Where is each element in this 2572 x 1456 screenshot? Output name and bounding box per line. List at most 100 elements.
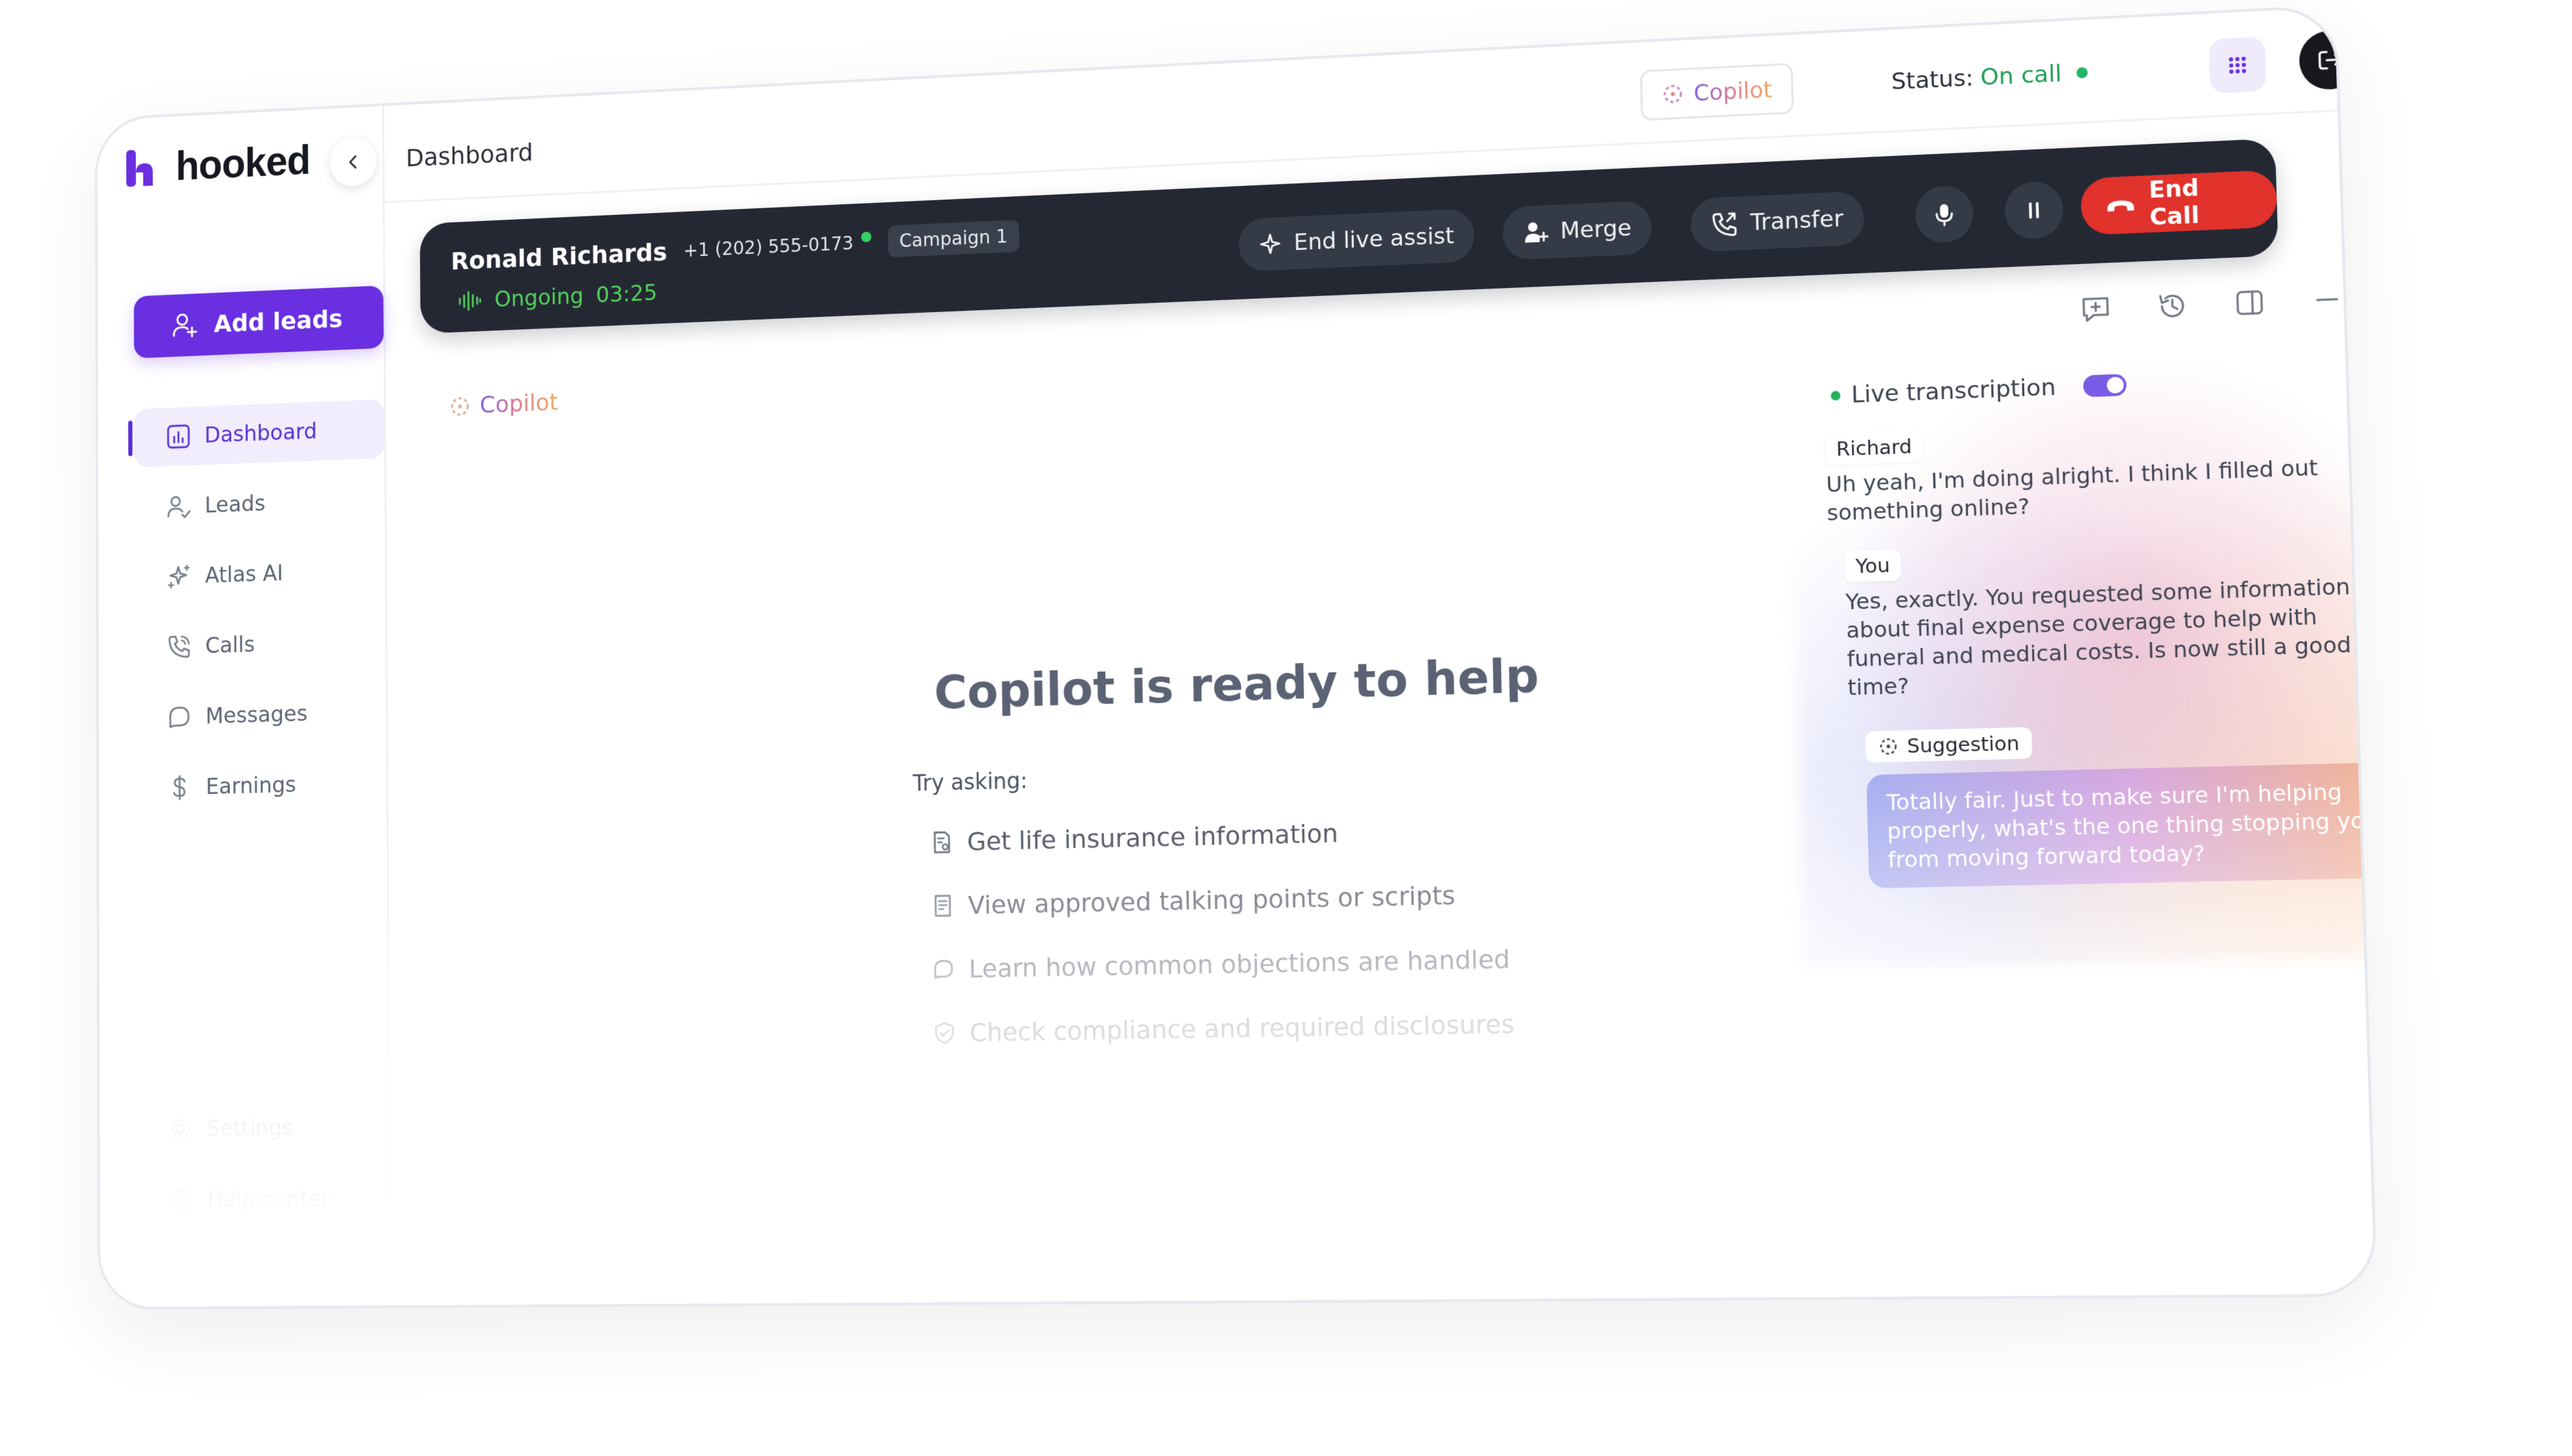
sidebar-nav: Dashboard Leads Atlas AI Calls Messages … xyxy=(134,399,386,830)
sidebar-bottom-nav: Settings Help center xyxy=(136,1096,389,1242)
sidebar-item-dashboard[interactable]: Dashboard xyxy=(134,399,384,467)
status-dot xyxy=(2076,67,2088,79)
toggle-panel-button[interactable] xyxy=(2230,283,2269,321)
campaign-badge: Campaign 1 xyxy=(887,220,1019,258)
merge-label: Merge xyxy=(1560,214,1632,245)
sidebar-item-calls[interactable]: Calls xyxy=(135,611,386,677)
speaker-badge: You xyxy=(1844,549,1902,583)
transcript-message: Richard Uh yeah, I'm doing alright. I th… xyxy=(1825,388,2378,527)
sidebar-item-label: Leads xyxy=(204,490,266,518)
sidebar-item-label: Help center xyxy=(207,1185,330,1214)
hold-button[interactable] xyxy=(2004,180,2064,240)
transcript-message: You Yes, exactly. You requested some inf… xyxy=(1844,508,2378,702)
chat-icon xyxy=(167,703,192,731)
sidebar: hooked Add leads Dashboard Leads Atlas A… xyxy=(97,106,392,1307)
copilot-section-title: Copilot xyxy=(449,389,558,420)
suggestion-badge-label: Suggestion xyxy=(1906,731,2020,758)
suggestion-item[interactable]: Learn how common objections are handled xyxy=(931,927,1514,1002)
transfer-label: Transfer xyxy=(1749,205,1844,236)
audio-wave-icon xyxy=(457,289,482,313)
sidebar-item-label: Atlas AI xyxy=(205,560,283,589)
script-icon xyxy=(930,893,955,918)
suggestion-text: Get life insurance information xyxy=(967,818,1339,857)
history-button[interactable] xyxy=(2153,287,2192,325)
sidebar-item-help-center[interactable]: Help center xyxy=(137,1168,389,1230)
collapse-sidebar-button[interactable] xyxy=(330,137,377,188)
sidebar-item-label: Settings xyxy=(207,1114,293,1142)
sidebar-item-label: Dashboard xyxy=(204,418,317,449)
copilot-icon xyxy=(1661,82,1685,106)
sidebar-item-messages[interactable]: Messages xyxy=(135,682,386,748)
logout-icon xyxy=(2315,46,2344,74)
apps-grid-button[interactable] xyxy=(2208,36,2267,94)
copilot-button[interactable]: Copilot xyxy=(1640,62,1794,121)
copilot-button-label: Copilot xyxy=(1693,76,1773,106)
caller-online-dot xyxy=(861,231,871,242)
speaker-badge: Richard xyxy=(1825,430,1924,465)
brand-name: hooked xyxy=(175,137,311,190)
add-leads-label: Add leads xyxy=(214,304,343,338)
page-title: Dashboard xyxy=(405,138,534,173)
sidebar-item-label: Calls xyxy=(205,632,255,659)
suggestion-list: Get life insurance information View appr… xyxy=(929,797,1515,1065)
sidebar-item-settings[interactable]: Settings xyxy=(136,1096,388,1159)
shield-check-icon xyxy=(932,1020,957,1045)
suggestion-text: View approved talking points or scripts xyxy=(967,880,1456,920)
gear-icon xyxy=(168,1115,194,1143)
microphone-icon xyxy=(1931,204,1958,228)
phone-icon xyxy=(166,633,192,660)
end-call-label: End Call xyxy=(2148,174,2200,232)
minus-icon xyxy=(2311,283,2344,316)
caller-name: Ronald Richards xyxy=(451,237,668,275)
document-search-icon xyxy=(930,830,954,855)
call-progress: Ongoing 03:25 xyxy=(457,280,657,314)
pause-icon xyxy=(2022,198,2046,222)
status-label: Status: xyxy=(1891,64,1975,96)
merge-button[interactable]: Merge xyxy=(1502,200,1652,261)
sparkles-icon xyxy=(166,563,192,590)
end-call-button[interactable]: End Call xyxy=(2080,169,2278,236)
copilot-icon xyxy=(449,394,471,419)
suggestion-item[interactable]: Check compliance and required disclosure… xyxy=(932,992,1515,1066)
copilot-ready-title: Copilot is ready to help xyxy=(934,648,1540,720)
status-value: On call xyxy=(1980,60,2062,92)
chat-plus-icon xyxy=(2079,293,2112,325)
hooked-logo-icon xyxy=(126,149,153,188)
logout-button[interactable] xyxy=(2298,29,2361,91)
app-window: hooked Add leads Dashboard Leads Atlas A… xyxy=(94,4,2378,1310)
chat-question-icon xyxy=(931,956,956,982)
add-leads-button[interactable]: Add leads xyxy=(133,285,384,359)
add-user-icon xyxy=(171,311,198,340)
copilot-icon xyxy=(1878,736,1900,757)
add-user-icon xyxy=(1524,222,1549,245)
transcript-scrollbar[interactable] xyxy=(2370,485,2378,549)
sidebar-item-leads[interactable]: Leads xyxy=(135,469,385,537)
transfer-button[interactable]: Transfer xyxy=(1690,191,1865,252)
minimize-button[interactable] xyxy=(2307,281,2347,319)
suggestion-item[interactable]: Get life insurance information xyxy=(929,797,1511,874)
sidebar-panel-icon xyxy=(2233,287,2267,319)
history-icon xyxy=(2156,289,2189,322)
try-asking-label: Try asking: xyxy=(912,768,1028,796)
mute-button[interactable] xyxy=(1914,184,1975,244)
live-dot xyxy=(1831,390,1841,401)
panel-toolbar xyxy=(2076,281,2347,328)
sparkle-icon xyxy=(1259,232,1283,257)
suggestion-card[interactable]: Totally fair. Just to make sure I'm help… xyxy=(1866,761,2378,889)
dollar-icon xyxy=(167,774,192,802)
sidebar-item-atlas-ai[interactable]: Atlas AI xyxy=(135,540,385,607)
dialpad-icon xyxy=(2228,56,2246,74)
end-live-assist-button[interactable]: End live assist xyxy=(1238,208,1475,272)
sidebar-item-earnings[interactable]: Earnings xyxy=(135,753,386,818)
hang-up-icon xyxy=(2106,200,2135,212)
message-text: Yes, exactly. You requested some informa… xyxy=(1845,573,2352,701)
brand-logo[interactable]: hooked xyxy=(124,136,310,192)
suggestion-block: Suggestion Totally fair. Just to make su… xyxy=(1865,687,2378,889)
suggestion-text: Learn how common objections are handled xyxy=(969,944,1510,984)
suggestion-text: Check compliance and required disclosure… xyxy=(969,1009,1515,1047)
live-transcription-toggle[interactable] xyxy=(2083,374,2127,398)
sidebar-item-label: Messages xyxy=(205,701,308,729)
users-icon xyxy=(166,493,192,520)
new-chat-button[interactable] xyxy=(2076,290,2115,328)
suggestion-item[interactable]: View approved talking points or scripts xyxy=(930,862,1512,938)
